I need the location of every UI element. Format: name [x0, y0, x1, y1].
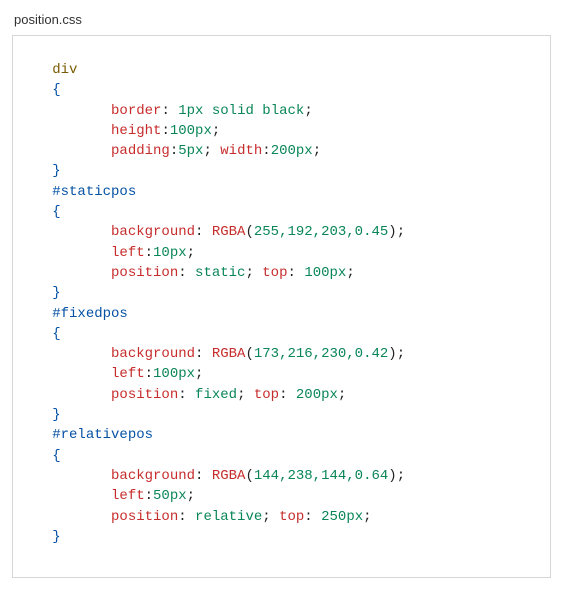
css-semicolon: ; [237, 387, 245, 403]
css-value: 200px [271, 143, 313, 159]
css-colon: : [145, 488, 153, 504]
css-colon: : [262, 143, 270, 159]
css-property: border [111, 103, 161, 119]
css-value: 5px [178, 143, 203, 159]
css-paren: ( [245, 346, 253, 362]
css-colon: : [195, 468, 203, 484]
css-function-name: RGBA [212, 346, 246, 362]
css-function-name: RGBA [212, 468, 246, 484]
css-value: static [195, 265, 245, 281]
css-paren: ) [388, 224, 396, 240]
css-semicolon: ; [346, 265, 354, 281]
css-semicolon: ; [397, 224, 405, 240]
css-property: top [279, 509, 304, 525]
css-property: position [111, 509, 178, 525]
css-property: left [111, 488, 145, 504]
css-value: relative [195, 509, 262, 525]
css-property: background [111, 468, 195, 484]
css-brace: } [52, 407, 60, 423]
css-semicolon: ; [262, 509, 270, 525]
css-semicolon: ; [187, 245, 195, 261]
css-semicolon: ; [212, 123, 220, 139]
css-paren: ( [245, 468, 253, 484]
css-colon: : [161, 103, 169, 119]
css-semicolon: ; [195, 366, 203, 382]
css-selector: #staticpos [52, 184, 136, 200]
css-property: left [111, 366, 145, 382]
css-value: 200px [296, 387, 338, 403]
css-brace: { [52, 82, 60, 98]
css-property: top [262, 265, 287, 281]
css-colon: : [195, 346, 203, 362]
css-colon: : [161, 123, 169, 139]
css-brace: } [52, 163, 60, 179]
css-colon: : [279, 387, 287, 403]
css-property: top [254, 387, 279, 403]
css-property: left [111, 245, 145, 261]
css-selector: #relativepos [52, 427, 153, 443]
file-name-label: position.css [14, 12, 551, 27]
css-function-args: 173,216,230,0.42 [254, 346, 388, 362]
css-colon: : [178, 387, 186, 403]
css-colon: : [178, 509, 186, 525]
css-colon: : [145, 245, 153, 261]
css-semicolon: ; [397, 346, 405, 362]
css-value: solid [212, 103, 254, 119]
css-paren: ) [388, 468, 396, 484]
css-function-args: 144,238,144,0.64 [254, 468, 388, 484]
css-property: height [111, 123, 161, 139]
css-property: padding [111, 143, 170, 159]
css-value: 10px [153, 245, 187, 261]
css-function-args: 255,192,203,0.45 [254, 224, 388, 240]
css-semicolon: ; [397, 468, 405, 484]
css-value: 250px [321, 509, 363, 525]
css-colon: : [145, 366, 153, 382]
css-value: black [262, 103, 304, 119]
code-container: div { border: 1px solid black; height:10… [12, 35, 551, 578]
css-brace: } [52, 529, 60, 545]
css-selector: div [52, 62, 77, 78]
css-property: background [111, 346, 195, 362]
css-colon: : [304, 509, 312, 525]
css-colon: : [288, 265, 296, 281]
css-value: 1px [178, 103, 203, 119]
css-semicolon: ; [304, 103, 312, 119]
css-value: 100px [304, 265, 346, 281]
css-brace: { [52, 448, 60, 464]
css-value: fixed [195, 387, 237, 403]
css-value: 100px [153, 366, 195, 382]
css-colon: : [170, 143, 178, 159]
css-brace: { [52, 204, 60, 220]
css-value: 50px [153, 488, 187, 504]
css-semicolon: ; [363, 509, 371, 525]
css-semicolon: ; [338, 387, 346, 403]
css-function-name: RGBA [212, 224, 246, 240]
css-semicolon: ; [245, 265, 253, 281]
css-colon: : [195, 224, 203, 240]
css-property: position [111, 387, 178, 403]
css-brace: } [52, 285, 60, 301]
css-code-block: div { border: 1px solid black; height:10… [27, 60, 536, 547]
css-semicolon: ; [313, 143, 321, 159]
css-paren: ) [388, 346, 396, 362]
css-paren: ( [245, 224, 253, 240]
css-selector: #fixedpos [52, 306, 128, 322]
css-semicolon: ; [187, 488, 195, 504]
css-property: background [111, 224, 195, 240]
css-property: width [220, 143, 262, 159]
css-colon: : [178, 265, 186, 281]
css-value: 100px [170, 123, 212, 139]
css-semicolon: ; [203, 143, 211, 159]
css-property: position [111, 265, 178, 281]
css-brace: { [52, 326, 60, 342]
